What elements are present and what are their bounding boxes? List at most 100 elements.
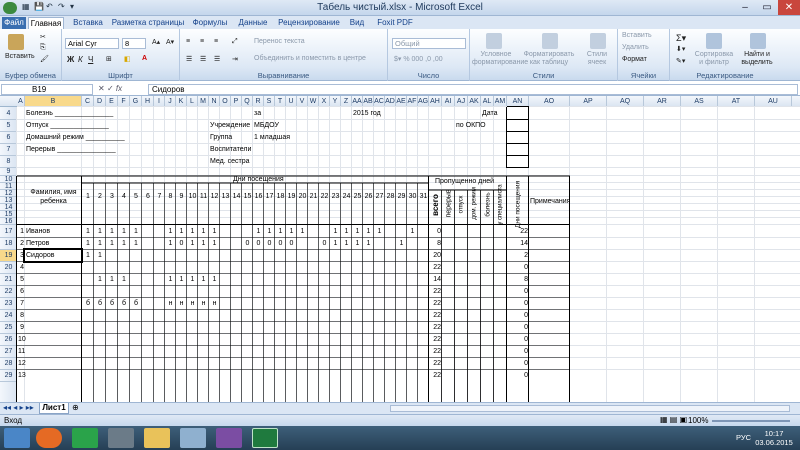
attendance-mark[interactable]: 1 bbox=[107, 274, 117, 286]
label-otpusk[interactable]: Отпуск _______________ bbox=[26, 120, 134, 132]
cut-icon[interactable]: ✂ bbox=[40, 33, 46, 41]
find-select-button[interactable]: Найти и выделить bbox=[736, 51, 778, 67]
attendance-mark[interactable]: б bbox=[131, 298, 141, 310]
day-header[interactable]: 27 bbox=[375, 190, 384, 204]
insert-sheet-icon[interactable]: ⊕ bbox=[72, 403, 79, 412]
attendance-mark[interactable]: 1 bbox=[342, 238, 351, 250]
attendance-days[interactable]: 8 bbox=[508, 274, 528, 286]
tab-formulas[interactable]: Формулы bbox=[188, 17, 232, 29]
underline-icon[interactable]: Ч bbox=[88, 55, 93, 64]
cell-styles-button[interactable]: Стили ячеек bbox=[580, 51, 614, 67]
day-header[interactable]: 18 bbox=[276, 190, 285, 204]
attendance-mark[interactable]: 1 bbox=[188, 274, 197, 286]
attendance-mark[interactable]: 1 bbox=[188, 238, 197, 250]
child-name[interactable]: Сидоров bbox=[26, 250, 81, 262]
align-left-icon[interactable]: ☰ bbox=[186, 55, 192, 63]
missed-total[interactable]: 22 bbox=[430, 370, 441, 382]
sheet-nav-icon[interactable]: ◂◂ ◂ ▸ ▸▸ bbox=[3, 403, 34, 412]
child-name[interactable]: Петров bbox=[26, 238, 81, 250]
day-header[interactable]: 4 bbox=[119, 190, 129, 204]
missed-total[interactable]: 8 bbox=[430, 238, 441, 250]
attendance-days[interactable]: 0 bbox=[508, 346, 528, 358]
attendance-mark[interactable]: 0 bbox=[265, 238, 274, 250]
attendance-mark[interactable]: 1 bbox=[107, 238, 117, 250]
attendance-mark[interactable]: 1 bbox=[342, 225, 351, 238]
format-cells-button[interactable]: Формат bbox=[622, 56, 647, 63]
cancel-icon[interactable]: ✕ bbox=[98, 84, 105, 93]
conditional-format-icon[interactable] bbox=[486, 33, 502, 49]
day-header[interactable]: 7 bbox=[155, 190, 164, 204]
row-number[interactable]: 8 bbox=[18, 310, 24, 322]
missed-total[interactable]: 22 bbox=[430, 358, 441, 370]
row-number[interactable]: 2 bbox=[18, 238, 24, 250]
label-year[interactable]: 2015 год bbox=[353, 107, 391, 120]
attendance-mark[interactable]: н bbox=[177, 298, 186, 310]
align-center-icon[interactable]: ☰ bbox=[200, 55, 206, 63]
attendance-mark[interactable]: 1 bbox=[353, 225, 362, 238]
attendance-days[interactable]: 0 bbox=[508, 286, 528, 298]
attendance-mark[interactable]: 1 bbox=[199, 238, 208, 250]
attendance-mark[interactable]: 1 bbox=[131, 225, 141, 238]
day-header[interactable]: 28 bbox=[386, 190, 395, 204]
fill-icon[interactable]: ⬇▾ bbox=[676, 45, 685, 53]
attendance-mark[interactable]: 1 bbox=[177, 225, 186, 238]
value-gruppa[interactable]: 1 младшая bbox=[254, 132, 302, 144]
day-header[interactable]: 3 bbox=[107, 190, 117, 204]
horizontal-scrollbar[interactable] bbox=[390, 405, 790, 412]
attendance-mark[interactable]: н bbox=[199, 298, 208, 310]
attendance-mark[interactable]: 1 bbox=[166, 225, 175, 238]
day-header[interactable]: 10 bbox=[188, 190, 197, 204]
attendance-mark[interactable]: 1 bbox=[166, 238, 175, 250]
row-number[interactable]: 3 bbox=[18, 250, 24, 262]
day-header[interactable]: 31 bbox=[419, 190, 428, 204]
header-dom-rezhim[interactable]: дом. режим bbox=[472, 187, 479, 219]
font-color-icon[interactable]: A bbox=[142, 55, 147, 62]
attendance-mark[interactable]: б bbox=[107, 298, 117, 310]
attendance-days[interactable]: 0 bbox=[508, 298, 528, 310]
day-header[interactable]: 13 bbox=[221, 190, 230, 204]
label-data[interactable]: Дата bbox=[482, 107, 510, 120]
label-dom-rezhim[interactable]: Домашний режим __________ bbox=[26, 132, 134, 144]
autosum-icon[interactable]: Σ▾ bbox=[676, 33, 686, 44]
attendance-days[interactable]: 0 bbox=[508, 370, 528, 382]
worksheet-grid[interactable]: A B C D E F G H I J K L M N O P Q R S T U V W X Y Z AA AB AC AD AE AF AG… bbox=[0, 96, 800, 402]
insert-cells-button[interactable]: Вставить bbox=[622, 32, 652, 39]
missed-total[interactable]: 22 bbox=[430, 334, 441, 346]
clock[interactable]: 10:17 03.06.2015 bbox=[754, 429, 794, 447]
attendance-mark[interactable]: 1 bbox=[210, 274, 219, 286]
italic-icon[interactable]: К bbox=[78, 55, 83, 64]
attendance-days[interactable]: 22 bbox=[508, 225, 528, 238]
attendance-mark[interactable]: 1 bbox=[166, 274, 175, 286]
attendance-days[interactable]: 0 bbox=[508, 322, 528, 334]
header-specialist[interactable]: у специалиста bbox=[498, 184, 505, 226]
attendance-mark[interactable]: 1 bbox=[397, 238, 406, 250]
tab-review[interactable]: Рецензирование bbox=[275, 17, 343, 29]
attendance-mark[interactable]: 1 bbox=[119, 238, 129, 250]
torrent-icon[interactable] bbox=[72, 428, 98, 448]
align-top-icon[interactable]: ≡ bbox=[186, 38, 190, 45]
align-middle-icon[interactable]: ≡ bbox=[200, 38, 204, 45]
attendance-mark[interactable]: 1 bbox=[83, 225, 93, 238]
attendance-mark[interactable]: 1 bbox=[188, 225, 197, 238]
attendance-mark[interactable]: 0 bbox=[287, 238, 296, 250]
label-bolezn[interactable]: Болезнь _______________ bbox=[26, 107, 134, 120]
attendance-mark[interactable]: н bbox=[210, 298, 219, 310]
visual-studio-icon[interactable] bbox=[216, 428, 242, 448]
label-vospitateli[interactable]: Воспитатели bbox=[210, 144, 268, 156]
windows-start-icon[interactable] bbox=[4, 428, 30, 448]
attendance-mark[interactable]: 1 bbox=[331, 225, 340, 238]
tab-page-layout[interactable]: Разметка страницы bbox=[110, 17, 186, 29]
attendance-mark[interactable]: 1 bbox=[83, 238, 93, 250]
zoom-slider[interactable] bbox=[712, 420, 790, 422]
attendance-mark[interactable]: 1 bbox=[331, 238, 340, 250]
confirm-icon[interactable]: ✓ bbox=[107, 84, 114, 93]
day-header[interactable]: 11 bbox=[199, 190, 208, 204]
name-box[interactable]: B19 bbox=[1, 84, 93, 95]
label-za[interactable]: за bbox=[254, 107, 263, 120]
clear-icon[interactable]: ✎▾ bbox=[676, 57, 685, 65]
paste-label[interactable]: Вставить bbox=[5, 53, 35, 60]
delete-cells-button[interactable]: Удалить bbox=[622, 44, 649, 51]
attendance-mark[interactable]: 1 bbox=[287, 225, 296, 238]
bold-icon[interactable]: Ж bbox=[67, 55, 74, 64]
attendance-mark[interactable]: 0 bbox=[177, 238, 186, 250]
